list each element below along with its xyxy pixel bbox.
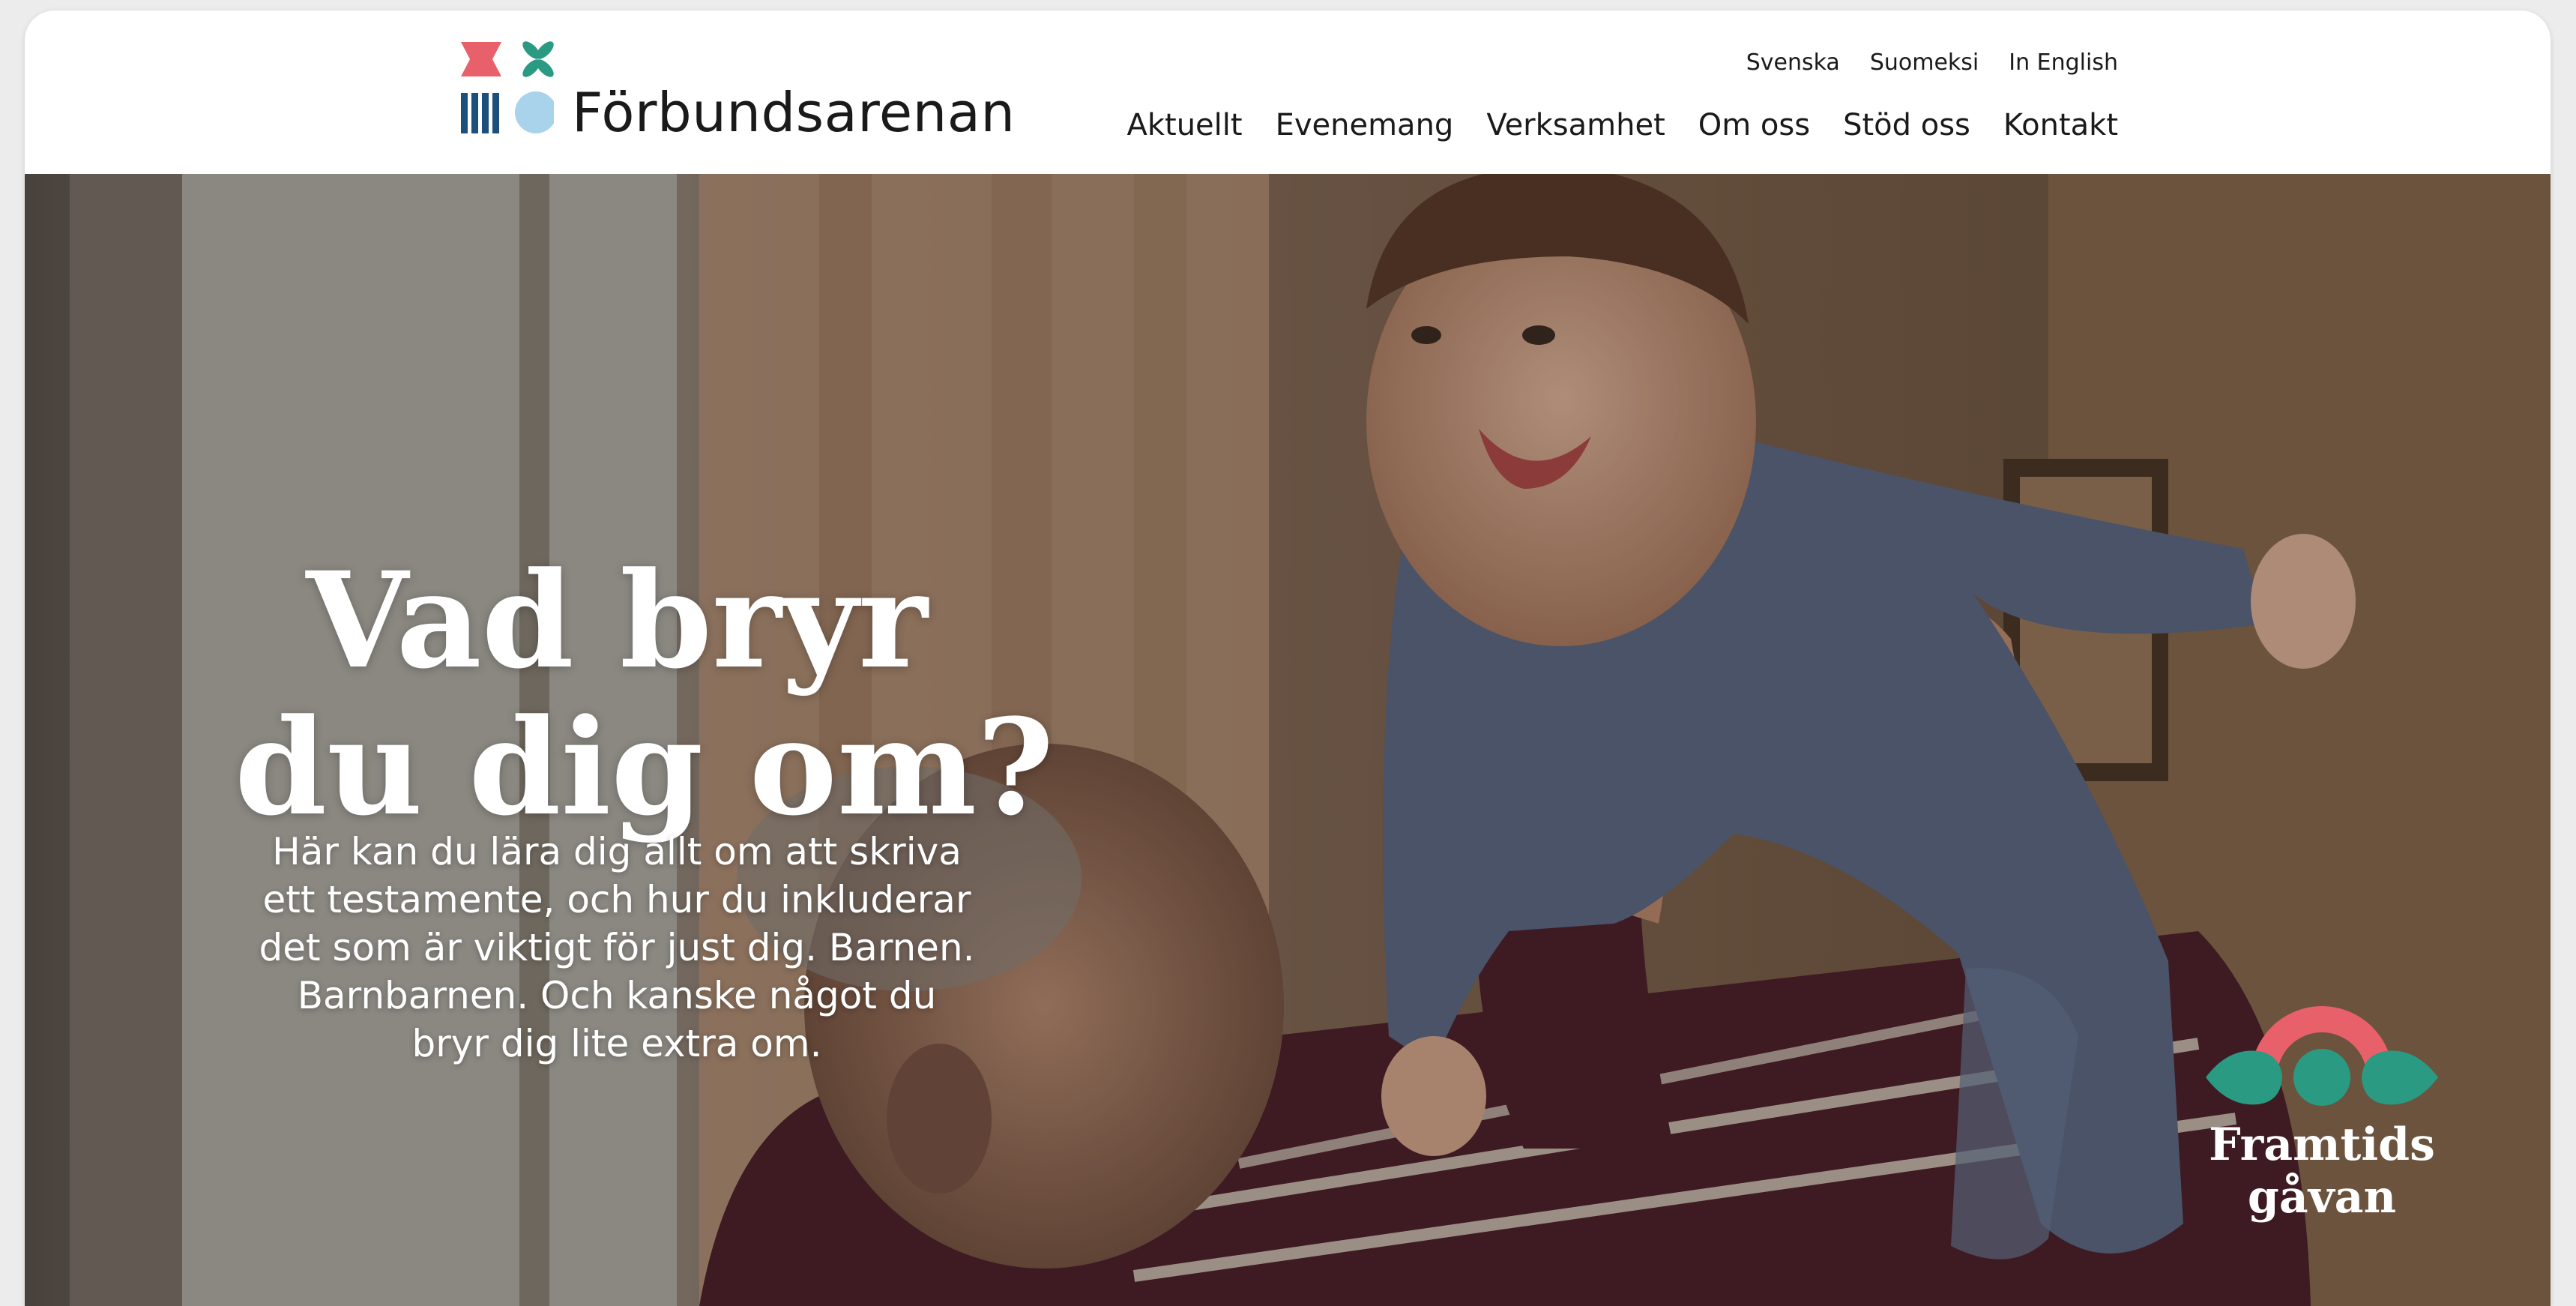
nav-item-kontakt[interactable]: Kontakt	[2003, 108, 2118, 142]
lang-svenska[interactable]: Svenska	[1746, 49, 1840, 76]
site-header: Förbundsarenan Svenska Suomeksi In Engli…	[25, 10, 2551, 174]
main-nav: Aktuellt Evenemang Verksamhet Om oss Stö…	[1126, 108, 2118, 142]
nav-item-verksamhet[interactable]: Verksamhet	[1486, 108, 1665, 142]
framtidsgavan-badge[interactable]: Framtids gåvan	[2198, 972, 2446, 1287]
badge-line-2: gåvan	[2247, 1171, 2397, 1224]
logo-mark-icon	[461, 41, 554, 133]
language-switcher: Svenska Suomeksi In English	[1746, 49, 2118, 76]
hero-title-line-2: du dig om?	[235, 689, 1055, 845]
nav-item-om-oss[interactable]: Om oss	[1698, 108, 1810, 142]
hero-description: Här kan du lära dig allt om att skriva e…	[259, 830, 975, 1065]
hero-title: Vad bryr du dig om?	[235, 542, 1055, 845]
framtidsgavan-wordmark: Framtids gåvan	[2198, 1119, 2446, 1224]
logo-wordmark: Förbundsarenan	[572, 81, 1016, 144]
hero-title-line-1: Vad bryr	[306, 542, 928, 698]
hero-section: Vad bryr du dig om? Här kan du lära dig …	[25, 174, 2551, 1306]
framtidsgavan-logo-icon	[2206, 1006, 2438, 1106]
site-logo[interactable]: Förbundsarenan	[459, 40, 1015, 153]
nav-item-stod-oss[interactable]: Stöd oss	[1843, 108, 1970, 142]
lang-suomeksi[interactable]: Suomeksi	[1870, 49, 1979, 76]
browser-page: Förbundsarenan Svenska Suomeksi In Engli…	[25, 10, 2551, 1306]
nav-item-aktuellt[interactable]: Aktuellt	[1126, 108, 1242, 142]
nav-item-evenemang[interactable]: Evenemang	[1276, 108, 1454, 142]
lang-english[interactable]: In English	[2009, 49, 2118, 76]
badge-line-1: Framtids	[2209, 1119, 2435, 1171]
